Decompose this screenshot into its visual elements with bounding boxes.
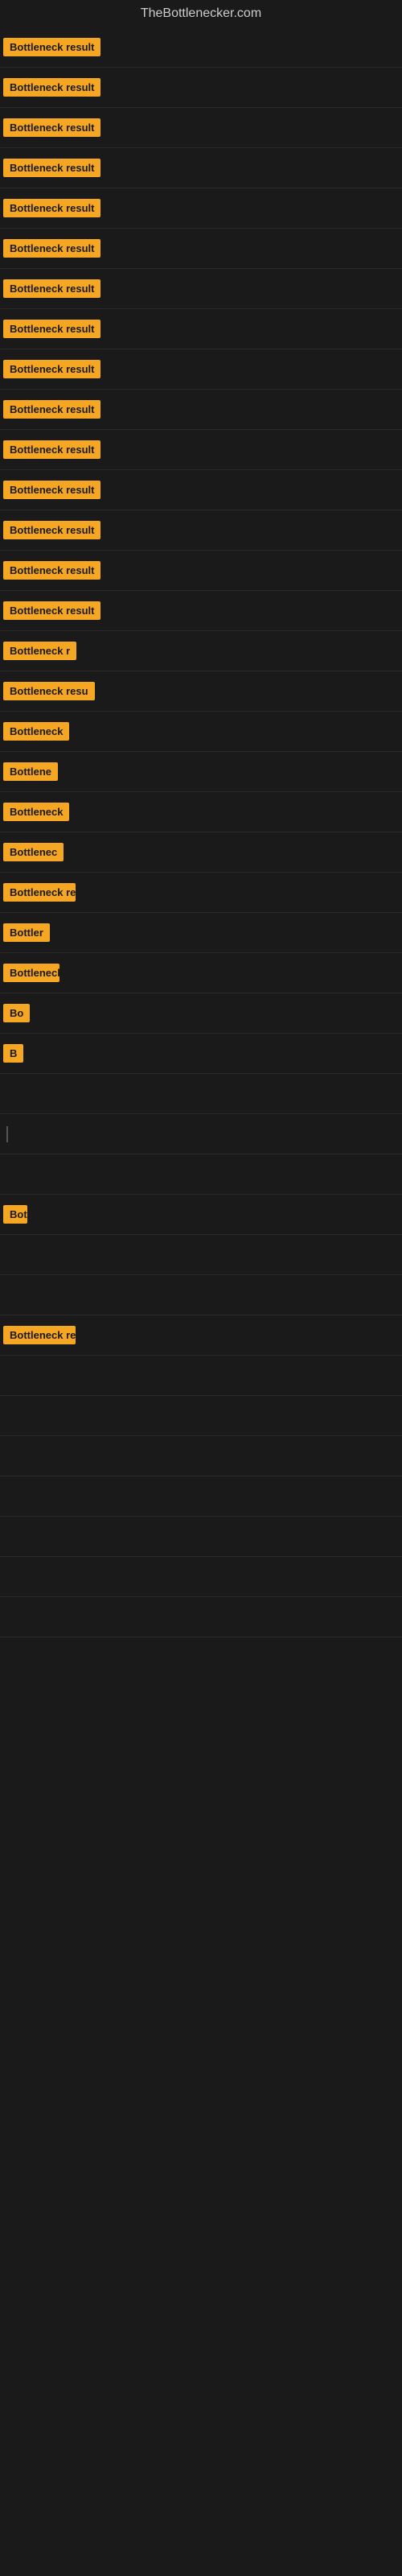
bottleneck-label: Bottleneck result xyxy=(3,400,100,419)
result-row: Bottleneck result xyxy=(0,551,402,591)
result-row: Bottleneck xyxy=(0,953,402,993)
bottleneck-label: Bottleneck result xyxy=(3,360,100,378)
result-row: Bo xyxy=(0,993,402,1034)
result-row xyxy=(0,1235,402,1275)
result-row: Bottler xyxy=(0,913,402,953)
bottleneck-label: Bottleneck result xyxy=(3,320,100,338)
result-row xyxy=(0,1356,402,1396)
result-row: Bottleneck xyxy=(0,792,402,832)
bottleneck-label: Bottleneck xyxy=(3,722,69,741)
bottleneck-label: Bottleneck result xyxy=(3,199,100,217)
bottleneck-label: Bottleneck re xyxy=(3,1326,76,1344)
result-row: Bottleneck result xyxy=(0,349,402,390)
bottleneck-label: Bottleneck result xyxy=(3,279,100,298)
bottleneck-label: Bottler xyxy=(3,923,50,942)
bottleneck-label: Bottleneck result xyxy=(3,440,100,459)
result-row: Bottleneck re xyxy=(0,873,402,913)
result-row: Bottleneck r xyxy=(0,631,402,671)
result-row: Bottleneck re xyxy=(0,1315,402,1356)
bottleneck-label: B xyxy=(3,1044,23,1063)
result-row xyxy=(0,1275,402,1315)
bottleneck-label: Bottlene xyxy=(3,762,58,781)
result-row: Bottlene xyxy=(0,752,402,792)
site-title-text: TheBottlenecker.com xyxy=(141,6,261,20)
result-row: Bottleneck result xyxy=(0,148,402,188)
result-row: B xyxy=(0,1034,402,1074)
result-row: Bottleneck result xyxy=(0,108,402,148)
result-row: Bottleneck result xyxy=(0,27,402,68)
result-row: Bottleneck result xyxy=(0,591,402,631)
result-row: Bottleneck result xyxy=(0,430,402,470)
result-row xyxy=(0,1436,402,1476)
result-row: Bottleneck result xyxy=(0,68,402,108)
bottleneck-label: Bottleneck re xyxy=(3,883,76,902)
result-row: Bottlenec xyxy=(0,832,402,873)
result-row: Bottleneck result xyxy=(0,510,402,551)
bar-area xyxy=(3,1126,399,1142)
bottleneck-label: Bottleneck result xyxy=(3,561,100,580)
vertical-line xyxy=(6,1126,8,1142)
bottleneck-label: Bottleneck r xyxy=(3,642,76,660)
bottleneck-label: Bot xyxy=(3,1205,27,1224)
result-row: Bottleneck result xyxy=(0,188,402,229)
result-row: Bottleneck resu xyxy=(0,671,402,712)
results-container: Bottleneck result Bottleneck result Bottle… xyxy=(0,27,402,1637)
result-row: Bottleneck result xyxy=(0,390,402,430)
site-title: TheBottlenecker.com xyxy=(0,0,402,27)
bottleneck-label: Bottleneck result xyxy=(3,159,100,177)
bottleneck-label: Bottleneck result xyxy=(3,78,100,97)
result-row xyxy=(0,1557,402,1597)
bottleneck-label: Bo xyxy=(3,1004,30,1022)
bottleneck-label: Bottleneck result xyxy=(3,118,100,137)
bottleneck-label: Bottleneck result xyxy=(3,38,100,56)
bottleneck-label: Bottleneck result xyxy=(3,521,100,539)
result-row xyxy=(0,1074,402,1114)
bottleneck-label: Bottleneck result xyxy=(3,239,100,258)
result-row: Bottleneck result xyxy=(0,269,402,309)
bottleneck-label: Bottleneck resu xyxy=(3,682,95,700)
result-row: Bot xyxy=(0,1195,402,1235)
result-row: Bottleneck result xyxy=(0,309,402,349)
bottleneck-label: Bottleneck result xyxy=(3,481,100,499)
result-row xyxy=(0,1154,402,1195)
result-row xyxy=(0,1396,402,1436)
result-row: Bottleneck result xyxy=(0,229,402,269)
result-row: Bottleneck xyxy=(0,712,402,752)
bottleneck-label: Bottleneck result xyxy=(3,601,100,620)
result-row xyxy=(0,1517,402,1557)
result-row xyxy=(0,1114,402,1154)
bottleneck-label: Bottlenec xyxy=(3,843,64,861)
bottleneck-label: Bottleneck xyxy=(3,803,69,821)
bottleneck-label: Bottleneck xyxy=(3,964,59,982)
result-row xyxy=(0,1476,402,1517)
result-row: Bottleneck result xyxy=(0,470,402,510)
result-row xyxy=(0,1597,402,1637)
